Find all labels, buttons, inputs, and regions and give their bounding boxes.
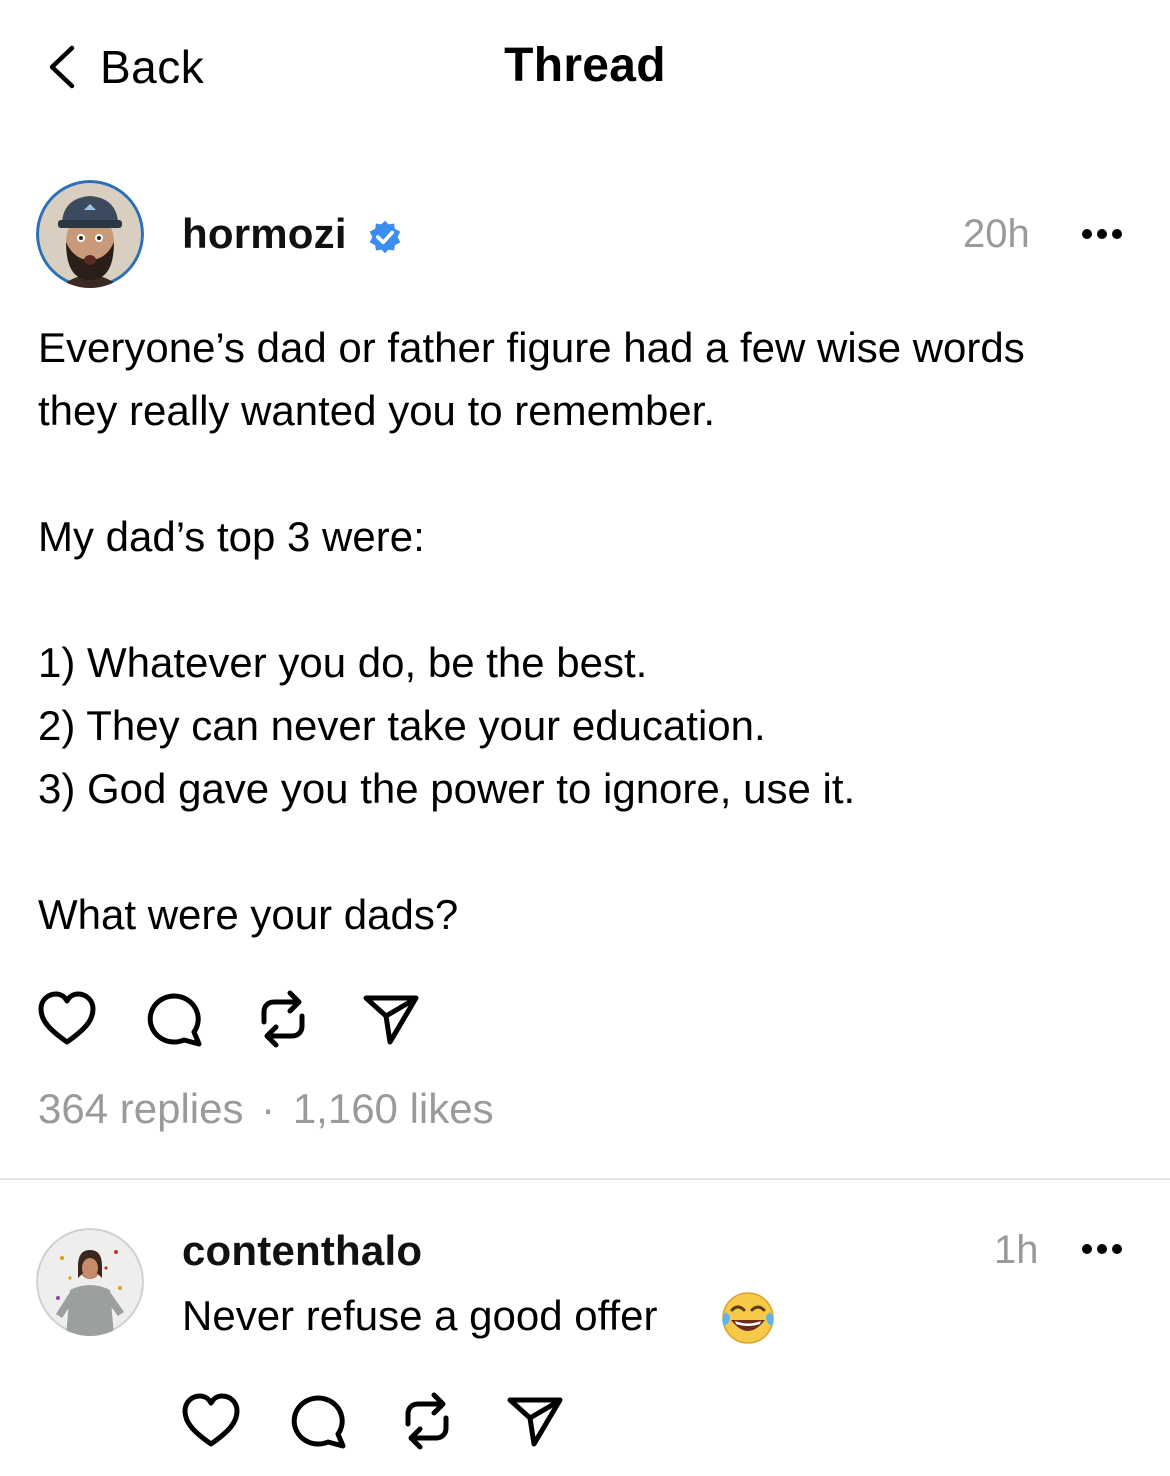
verified-badge-icon	[369, 220, 401, 254]
username[interactable]: hormozi	[182, 210, 347, 258]
post-timestamp: 20h	[963, 212, 1030, 256]
user-avatar-image	[36, 1228, 144, 1336]
ellipsis-icon[interactable]	[1082, 228, 1122, 240]
share-button[interactable]	[360, 988, 422, 1050]
repost-icon	[405, 1392, 449, 1450]
speech-bubble-icon	[147, 993, 202, 1047]
reply-avatar[interactable]	[36, 1228, 144, 1336]
divider	[0, 1178, 1170, 1180]
reply-username[interactable]: contenthalo	[182, 1227, 422, 1275]
reply-like-button[interactable]	[180, 1390, 242, 1452]
speech-bubble-icon	[291, 1395, 346, 1449]
post-line: What were your dads?	[38, 891, 459, 938]
post-line: 2) They can never take your education.	[38, 702, 766, 749]
reply-timestamp: 1h	[994, 1228, 1039, 1272]
likes-count[interactable]: 1,160 likes	[293, 1085, 494, 1132]
reply-repost-button[interactable]	[396, 1390, 458, 1452]
post-body: Everyone’s dad or father figure had a fe…	[38, 316, 1138, 946]
paper-plane-icon	[507, 1397, 563, 1447]
reply-share-button[interactable]	[504, 1390, 566, 1452]
post-stats: 364 replies · 1,160 likes	[38, 1085, 494, 1133]
user-avatar-image	[36, 180, 144, 288]
post-line: Everyone’s dad or father figure had a fe…	[38, 324, 1025, 371]
like-button[interactable]	[36, 988, 98, 1050]
ellipsis-icon[interactable]	[1082, 1243, 1122, 1255]
post-line: My dad’s top 3 were:	[38, 513, 425, 560]
comment-button[interactable]	[144, 988, 206, 1050]
stats-separator: ·	[261, 1085, 276, 1132]
paper-plane-icon	[363, 995, 419, 1045]
heart-icon	[38, 991, 96, 1045]
reply-text: Never refuse a good offer	[182, 1292, 658, 1339]
face-with-tears-of-joy-icon	[722, 1292, 774, 1344]
reply-comment-button[interactable]	[288, 1390, 350, 1452]
post-line: 3) God gave you the power to ignore, use…	[38, 765, 856, 812]
page-title: Thread	[504, 39, 666, 92]
thread-page: Back Thread hormozi 20h Everyone’s dad o…	[0, 0, 1170, 1476]
heart-icon	[182, 1393, 240, 1447]
repost-icon	[261, 990, 305, 1048]
replies-count[interactable]: 364 replies	[38, 1085, 243, 1132]
post-line: they really wanted you to remember.	[38, 387, 716, 434]
repost-button[interactable]	[252, 988, 314, 1050]
avatar[interactable]	[36, 180, 144, 288]
post-line: 1) Whatever you do, be the best.	[38, 639, 648, 686]
